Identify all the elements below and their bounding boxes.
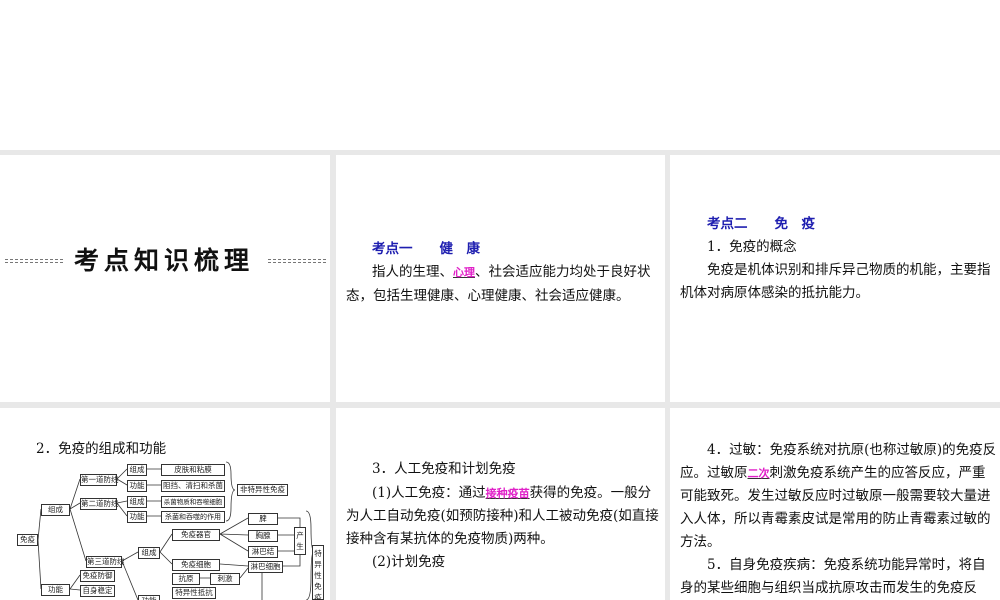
node-f3: 功能 [138,595,160,600]
paragraph-line: 指人的生理、心理、社会适应能力均处于良好状 [372,264,651,280]
paragraph-line: 5．自身免疫疾病：免疫系统功能异常时，将自 [707,557,986,573]
node-stability: 自身稳定 [80,585,115,597]
node-defense: 免疫防御 [80,570,115,582]
section-heading: 考点一 健 康 [372,241,480,257]
node-second-line: 第二道防线 [80,498,119,510]
paragraph-line: 方法。 [680,534,721,550]
paragraph-line: (2)计划免疫 [372,554,446,570]
highlighted-answer: 心理 [453,266,475,279]
paragraph-line: 态，包括生理健康、心理健康、社会适应健康。 [346,288,630,304]
node-c1: 组成 [127,464,147,476]
paragraph-line: 可能致死。发生过敏反应时过敏原一般需要较大量进 [680,488,991,504]
node-cell: 免疫细胞 [172,559,220,571]
node-thymus: 胸腺 [248,530,278,542]
node-organ: 免疫器官 [172,529,220,541]
slide-thumbnail-2[interactable]: 考点一 健 康 指人的生理、心理、社会适应能力均处于良好状 态，包括生理健康、心… [336,155,665,402]
node-stimulate: 刺激 [210,573,240,585]
node-lymph-node: 淋巴结 [248,546,278,558]
paragraph-line: 免疫是机体识别和排斥异己物质的机能，主要指 [707,262,991,278]
node-third-line: 第三道防线 [86,556,125,568]
slide-thumbnail-6[interactable]: 4．过敏：免疫系统对抗原(也称过敏原)的免疫反 应。过敏原二次刺激免疫系统产生的… [670,408,1000,600]
node-nonspecific: 非特异性免疫 [237,484,288,496]
node-c2: 组成 [127,496,147,508]
node-phagocytosis: 杀菌和吞噬的作用 [161,511,225,523]
node-f2: 功能 [127,511,147,523]
node-first-line: 第一道防线 [80,474,119,486]
node-produce: 产生 [294,527,306,555]
paragraph-line: 应。过敏原二次刺激免疫系统产生的应答反应，严重 [680,465,986,481]
subheading: 1．免疫的概念 [707,239,797,255]
node-block: 阻挡、清扫和杀菌 [161,480,225,492]
paragraph-line: 为人工自动免疫(如预防接种)和人工被动免疫(如直接 [346,508,659,524]
node-function: 功能 [41,584,70,596]
node-lymphocyte: 淋巴细胞 [248,561,283,573]
slide-thumbnail-4[interactable]: 2．免疫的组成和功能 免疫 组成 功能 第一道防线 第二道防线 第三道防线 组成… [0,408,330,600]
slide-thumbnail-5[interactable]: 3．人工免疫和计划免疫 (1)人工免疫：通过接种疫苗获得的免疫。一般分 为人工自… [336,408,665,600]
slide-title: 考点知识梳理 [74,246,255,275]
paragraph-line: 身的某些细胞与组织当成抗原攻击而发生的免疫反 [680,580,977,596]
slide-thumbnail-1[interactable]: 考点知识梳理 [0,155,330,402]
subheading: 3．人工免疫和计划免疫 [372,461,516,477]
paragraph-line: 4．过敏：免疫系统对抗原(也称过敏原)的免疫反 [707,442,997,458]
node-resist: 特异性抵抗 [172,587,216,599]
node-specific: 特异性免疫 [312,545,324,600]
paragraph-line: 入人体，所以青霉素皮试是常用的防止青霉素过敏的 [680,511,991,527]
decorative-dashes-right [268,259,326,263]
paragraph-line: (1)人工免疫：通过接种疫苗获得的免疫。一般分 [372,485,652,501]
node-bactericidal: 杀菌物质和吞噬细胞 [161,496,225,508]
highlighted-answer: 接种疫苗 [485,487,530,500]
node-spleen: 脾 [248,513,278,525]
node-composition: 组成 [41,504,70,516]
top-blank-area [0,0,1000,150]
slide-thumbnail-3[interactable]: 考点二 免 疫 1．免疫的概念 免疫是机体识别和排斥异己物质的机能，主要指 机体… [670,155,1000,402]
node-immunity: 免疫 [17,534,38,546]
paragraph-line: 接种含有某抗体的免疫物质)两种。 [346,531,554,547]
highlighted-answer: 二次 [747,467,770,480]
paragraph-line: 机体对病原体感染的抵抗能力。 [680,285,869,301]
node-f1: 功能 [127,480,147,492]
node-antigen: 抗原 [172,573,200,585]
section-heading: 考点二 免 疫 [707,216,815,232]
decorative-dashes-left [5,259,63,263]
node-skin: 皮肤和粘膜 [161,464,225,476]
node-c3: 组成 [138,547,160,559]
